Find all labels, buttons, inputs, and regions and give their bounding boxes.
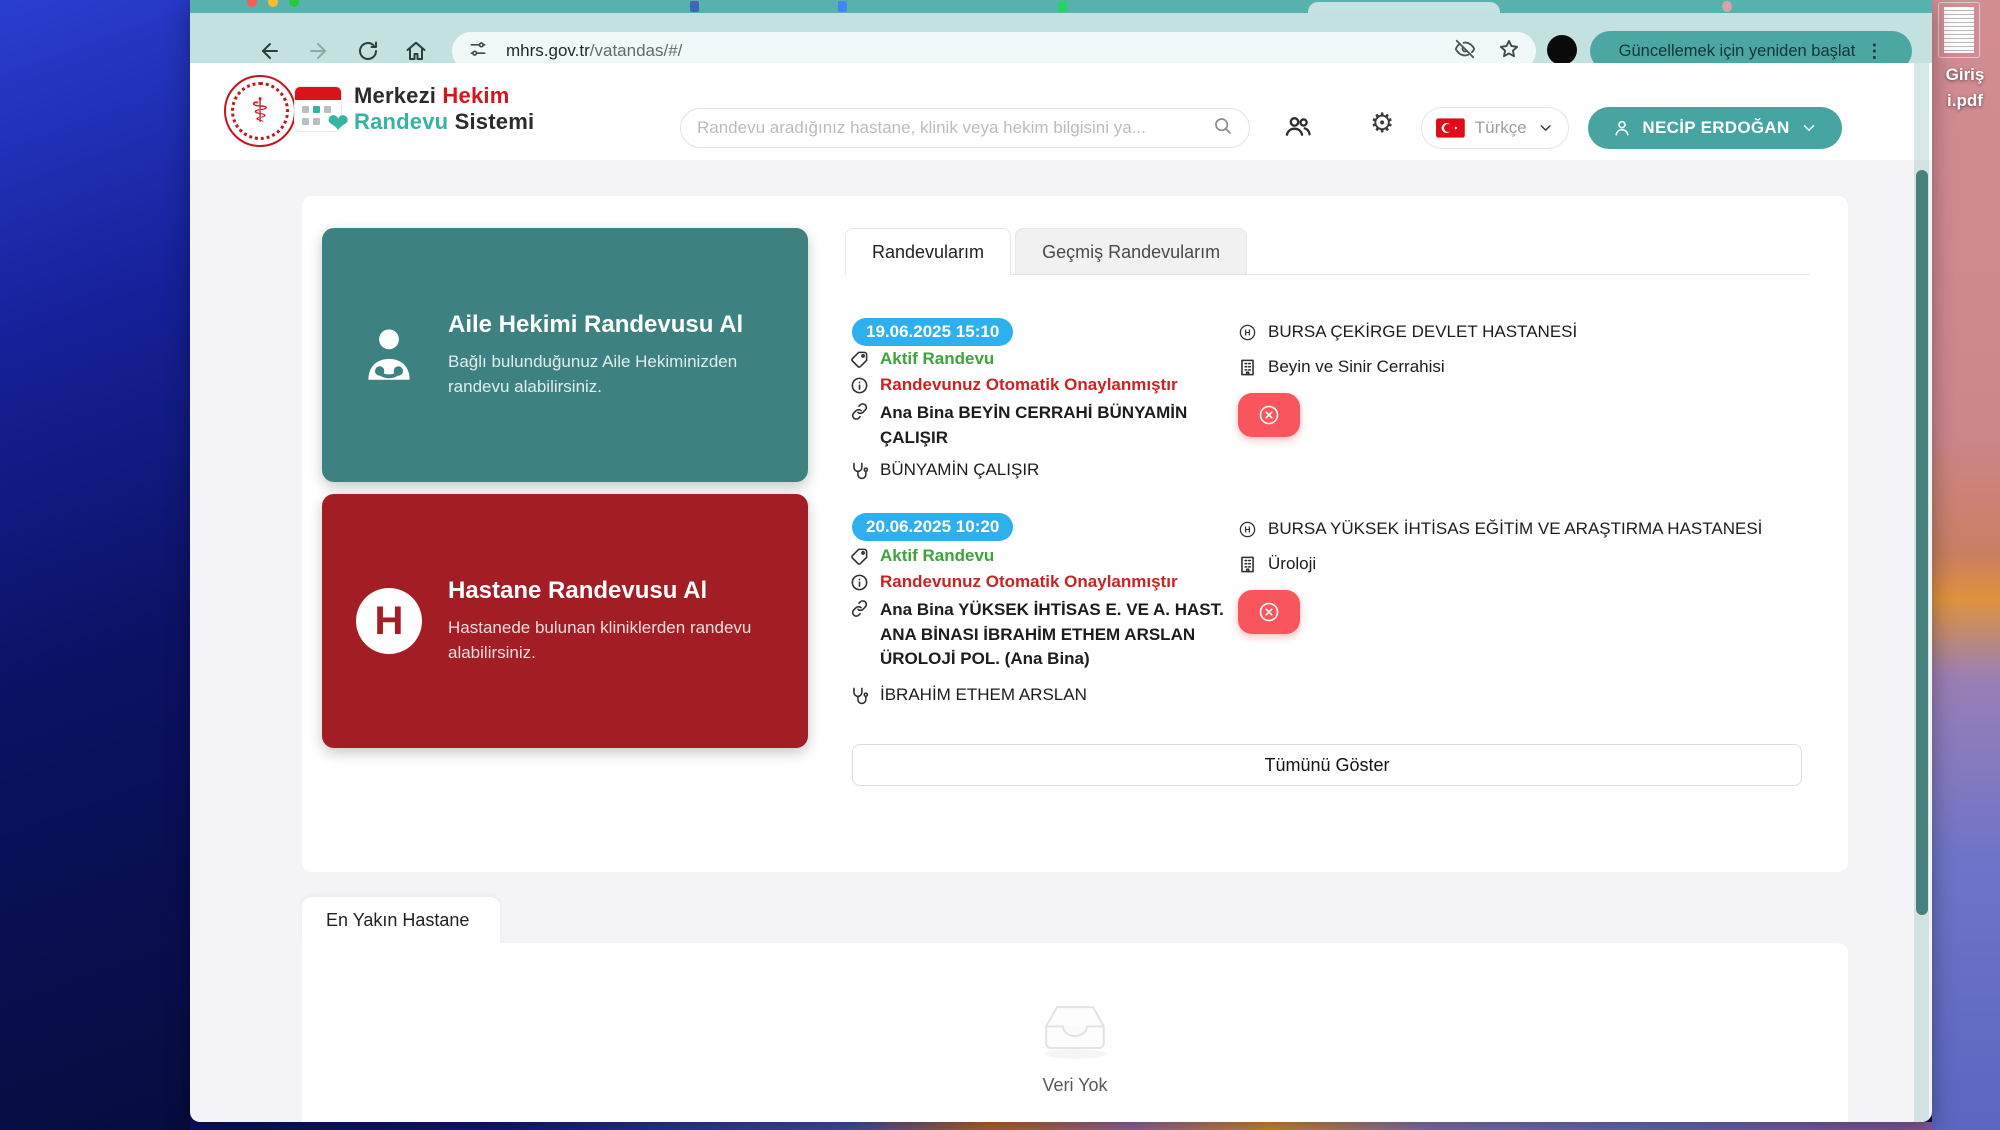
turkish-flag-icon	[1436, 118, 1465, 138]
hospital-h-icon: H	[1238, 323, 1257, 342]
empty-state: Veri Yok	[302, 1000, 1848, 1096]
show-all-button[interactable]: Tümünü Göster	[852, 744, 1802, 786]
user-menu-button[interactable]: NECİP ERDOĞAN	[1588, 107, 1842, 149]
stethoscope-icon	[850, 686, 869, 705]
url-host: mhrs.gov.tr	[506, 41, 590, 61]
info-icon	[850, 376, 869, 395]
browser-tabstrip	[190, 0, 1932, 13]
browser-profile-avatar[interactable]	[1547, 35, 1577, 65]
hospital-card-title: Hastane Randevusu Al	[448, 577, 758, 605]
update-button-label: Güncellemek için yeniden başlat	[1619, 42, 1856, 61]
traffic-light-minimize[interactable]	[268, 0, 278, 7]
search-bar[interactable]	[680, 108, 1250, 148]
logo-heart-icon: ❤	[327, 108, 349, 139]
appointment-status-row: Aktif Randevu	[850, 349, 994, 369]
pdf-label-line2: i.pdf	[1930, 88, 2000, 114]
empty-inbox-icon	[1036, 1000, 1114, 1060]
appointment-hospital-row: H BURSA ÇEKİRGE DEVLET HASTANESİ	[1238, 322, 1577, 342]
browser-window: mhrs.gov.tr/vatandas/#/ Güncellemek için…	[190, 0, 1932, 1122]
ministry-of-health-seal: ⚕	[224, 75, 296, 147]
forward-button[interactable]	[306, 39, 330, 63]
desktop-pdf-file-icon[interactable]	[1938, 2, 1980, 58]
building-icon	[1238, 358, 1257, 377]
chevron-down-icon	[1537, 119, 1554, 137]
settings-gear-icon[interactable]: ⚙	[1370, 108, 1394, 139]
back-button[interactable]	[258, 39, 282, 63]
tab-past-appointments[interactable]: Geçmiş Randevularım	[1015, 228, 1247, 275]
clinic-link-icon	[850, 599, 869, 618]
appointment-hospital-row: H BURSA YÜKSEK İHTİSAS EĞİTİM VE ARAŞTIR…	[1238, 519, 1762, 539]
seal-ring	[231, 82, 289, 140]
hospital-appointment-card[interactable]: H Hastane Randevusu Al Hastanede bulunan…	[322, 494, 808, 748]
hospital-h-icon: H	[1238, 520, 1257, 539]
appointment-note-row: Randevunuz Otomatik Onaylanmıştır	[850, 375, 1178, 395]
appointment-clinic-row: Ana Bina BEYİN CERRAHİ BÜNYAMİN ÇALIŞIR	[850, 401, 1210, 450]
browser-toolbar: mhrs.gov.tr/vatandas/#/ Güncellemek için…	[190, 13, 1932, 63]
appointment-date-badge: 20.06.2025 10:20	[852, 513, 1013, 541]
cancel-appointment-button[interactable]	[1238, 590, 1300, 634]
x-circle-icon	[1257, 600, 1281, 624]
desktop-wallpaper-right	[1932, 0, 2000, 1130]
pdf-label-line1: Giriş	[1930, 62, 2000, 88]
building-icon	[1238, 555, 1257, 574]
tag-icon	[850, 350, 869, 369]
tab-my-appointments[interactable]: Randevularım	[845, 228, 1011, 275]
info-icon	[850, 573, 869, 592]
x-circle-icon	[1257, 403, 1281, 427]
mhrs-logo-text[interactable]: Merkezi Hekim Randevu Sistemi	[354, 83, 534, 135]
appointment-date-badge: 19.06.2025 15:10	[852, 318, 1013, 346]
desktop-wallpaper-left	[0, 0, 190, 1130]
appointments-tabs: Randevularım Geçmiş Randevularım	[845, 228, 1247, 275]
hospital-card-description: Hastanede bulunan kliniklerden randevu a…	[448, 615, 758, 666]
tab-favicon[interactable]	[1722, 1, 1732, 12]
bookmark-star-icon[interactable]	[1498, 38, 1520, 65]
family-doctor-appointment-card[interactable]: Aile Hekimi Randevusu Al Bağlı bulunduğu…	[322, 228, 808, 482]
traffic-light-zoom[interactable]	[289, 0, 299, 7]
traffic-light-close[interactable]	[247, 0, 257, 7]
site-settings-icon[interactable]	[468, 39, 488, 64]
person-icon	[1612, 118, 1632, 138]
appointment-doctor-row: İBRAHİM ETHEM ARSLAN	[850, 685, 1087, 705]
tab-favicon[interactable]	[690, 1, 699, 12]
language-label: Türkçe	[1475, 118, 1527, 138]
appointment-department-row: Üroloji	[1238, 554, 1316, 574]
hospital-icon: H	[356, 588, 422, 654]
home-button[interactable]	[404, 39, 428, 63]
clinic-link-icon	[850, 402, 869, 421]
url-text[interactable]: mhrs.gov.tr/vatandas/#/	[506, 41, 1454, 61]
appointment-department-row: Beyin ve Sinir Cerrahisi	[1238, 357, 1445, 377]
chevron-down-icon	[1800, 119, 1818, 137]
tag-icon	[850, 547, 869, 566]
svg-text:H: H	[1245, 525, 1251, 535]
user-name-label: NECİP ERDOĞAN	[1642, 118, 1789, 138]
tracking-protection-icon[interactable]	[1454, 38, 1476, 65]
family-card-title: Aile Hekimi Randevusu Al	[448, 311, 758, 339]
appointment-note-row: Randevunuz Otomatik Onaylanmıştır	[850, 572, 1178, 592]
url-path: /vatandas/#/	[590, 41, 683, 61]
svg-text:H: H	[1245, 328, 1251, 338]
cancel-appointment-button[interactable]	[1238, 393, 1300, 437]
tab-nearest-hospital[interactable]: En Yakın Hastane	[302, 897, 500, 944]
search-icon[interactable]	[1212, 115, 1233, 141]
desktop-wallpaper-bottom	[190, 1122, 1932, 1130]
appointment-status-row: Aktif Randevu	[850, 546, 994, 566]
appointment-doctor-row: BÜNYAMİN ÇALIŞIR	[850, 460, 1039, 480]
tab-favicon[interactable]	[1058, 1, 1067, 12]
doctor-icon	[356, 322, 422, 388]
mhrs-logo-calendar-icon: ❤	[294, 86, 342, 132]
tab-favicon[interactable]	[838, 1, 847, 12]
family-card-description: Bağlı bulunduğunuz Aile Hekiminizden ran…	[448, 349, 758, 400]
desktop: Giriş i.pdf	[0, 0, 2000, 1130]
search-input[interactable]	[697, 118, 1212, 138]
appointment-clinic-row: Ana Bina YÜKSEK İHTİSAS E. VE A. HAST. A…	[850, 598, 1225, 672]
browser-menu-icon[interactable]: ⋮	[1865, 41, 1883, 62]
empty-state-text: Veri Yok	[302, 1075, 1848, 1096]
desktop-pdf-file-label[interactable]: Giriş i.pdf	[1930, 62, 2000, 113]
language-selector[interactable]: Türkçe	[1421, 107, 1569, 149]
stethoscope-icon	[850, 461, 869, 480]
accompanied-persons-icon[interactable]	[1284, 112, 1312, 145]
calendar-top-bar	[295, 87, 341, 100]
scrollbar-thumb[interactable]	[1916, 170, 1928, 915]
reload-button[interactable]	[356, 39, 380, 63]
